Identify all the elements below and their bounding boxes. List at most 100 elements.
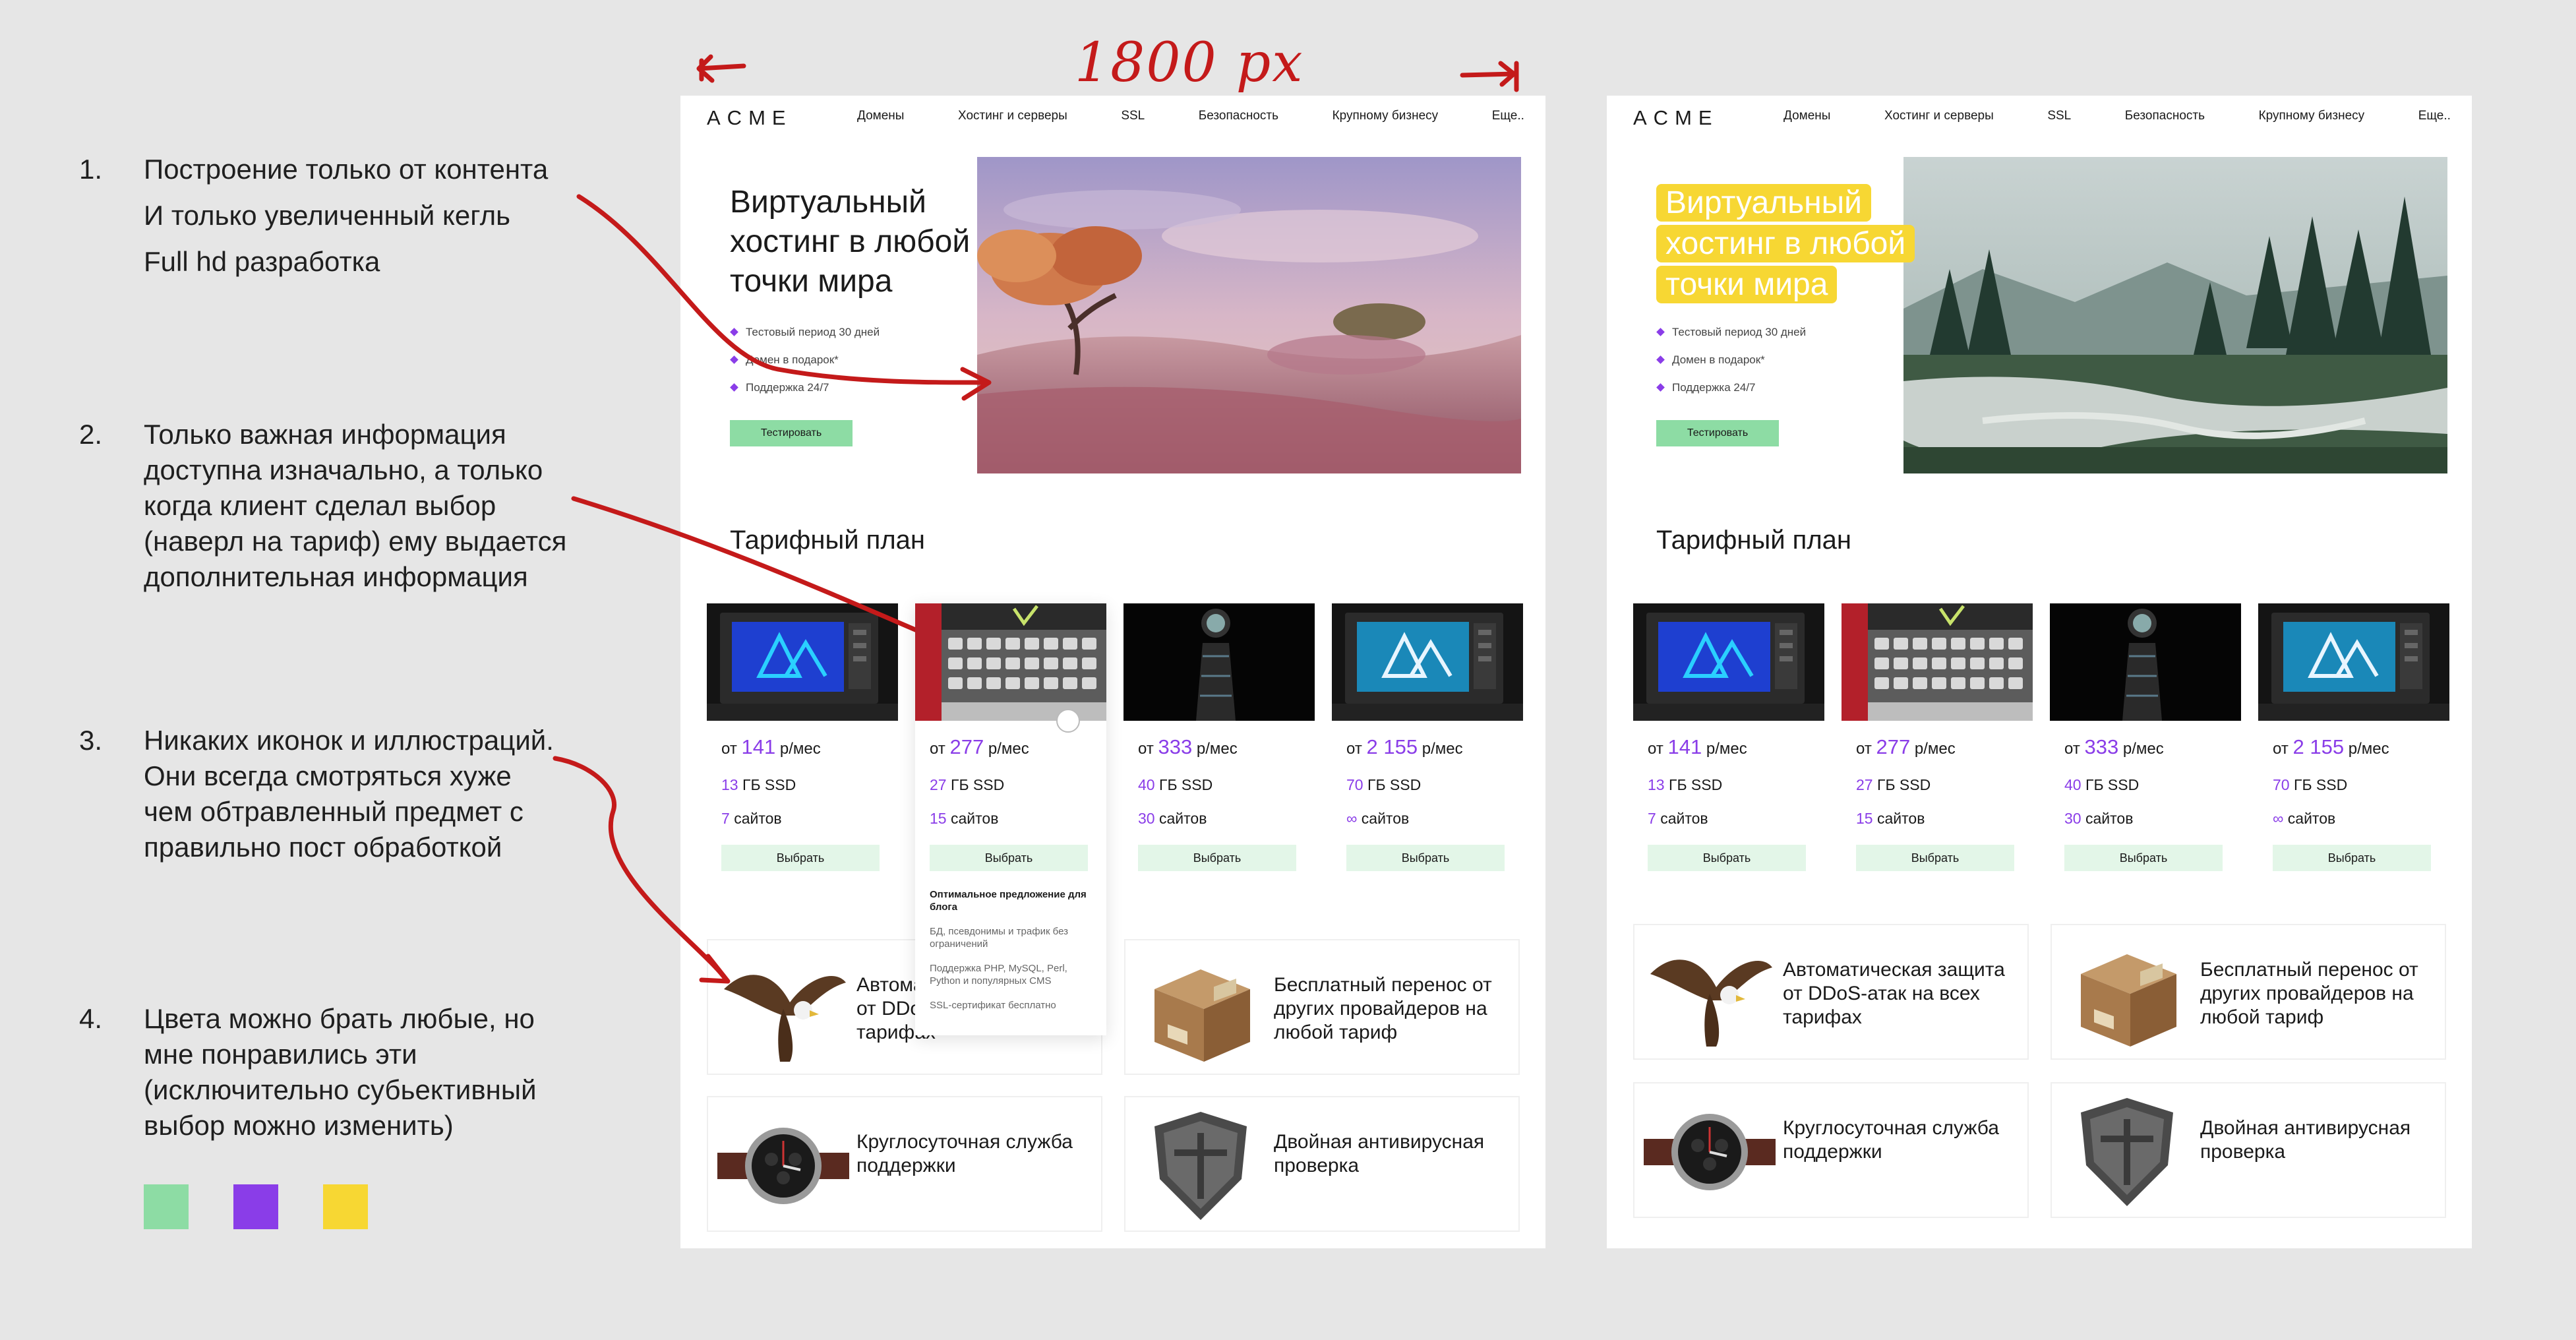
main-menu: Домены Хостинг и серверы SSL Безопасност… <box>1783 109 2451 123</box>
plan-image <box>2258 603 2449 721</box>
price-unit: р/мес <box>988 740 1029 758</box>
menu-item-ssl[interactable]: SSL <box>2047 109 2071 123</box>
plan-price: от 2 155 р/мес <box>1346 735 1463 759</box>
plan-sites: ∞ сайтов <box>2273 810 2335 828</box>
bullet-domain: Домен в подарок* <box>1656 346 1806 374</box>
swatch-yellow <box>323 1184 368 1229</box>
price-value: 333 <box>1158 735 1193 758</box>
menu-item-more[interactable]: Еще.. <box>2418 109 2451 123</box>
feature-antivirus: Двойная антивирусная проверка <box>1124 1096 1520 1232</box>
choose-plan-button[interactable]: Выбрать <box>1648 845 1806 871</box>
hero-image <box>1903 157 2447 473</box>
price-value: 2 155 <box>2292 735 2345 758</box>
plan-ssd: 40 ГБ SSD <box>1138 776 1213 794</box>
plan-image <box>1842 603 2033 721</box>
price-unit: р/мес <box>2122 740 2164 758</box>
feature-migration: Бесплатный перенос от других провайдеров… <box>1124 939 1520 1075</box>
menu-item-enterprise[interactable]: Крупному бизнесу <box>1333 109 1439 123</box>
site-logo[interactable]: ACME <box>707 106 793 130</box>
extra-heading: Оптимальное предложение для блога <box>930 889 1087 913</box>
plan-sites: 15 сайтов <box>1856 810 1925 828</box>
price-unit: р/мес <box>1422 740 1463 758</box>
note-line: Построение только от контента <box>144 154 549 185</box>
color-swatches <box>144 1184 368 1229</box>
hero-title: Виртуальный хостинг в любой точки мира <box>1656 183 1946 305</box>
price-prefix: от <box>721 740 737 758</box>
box-image <box>1135 950 1267 1067</box>
main-menu: Домены Хостинг и серверы SSL Безопасност… <box>857 109 1524 123</box>
ssd-value: 27 <box>930 776 947 793</box>
note-line: чем обтравленный предмет с <box>144 796 524 827</box>
feature-text: Двойная антивирусная проверка <box>1274 1131 1485 1176</box>
site-nav: ACME Домены Хостинг и серверы SSL Безопа… <box>1607 96 2472 139</box>
plan-card[interactable]: от 2 155 р/мес 70 ГБ SSD ∞ сайтов Выбрат… <box>1332 603 1523 880</box>
price-unit: р/мес <box>1706 740 1747 758</box>
sites-value: ∞ <box>2273 810 2284 827</box>
note-line: (исключительно субьективный <box>144 1074 537 1105</box>
feature-antivirus: Двойная антивирусная проверка <box>2051 1082 2446 1218</box>
plan-image <box>707 603 898 721</box>
test-button[interactable]: Тестировать <box>1656 420 1779 446</box>
menu-item-domains[interactable]: Домены <box>1783 109 1830 123</box>
bullet-domain: Домен в подарок* <box>730 346 880 374</box>
choose-plan-button[interactable]: Выбрать <box>930 845 1088 871</box>
sites-label: сайтов <box>1660 810 1708 827</box>
plan-card[interactable]: от 333 р/мес 40 ГБ SSD 30 сайтов Выбрать <box>1123 603 1315 880</box>
ssd-label: ГБ SSD <box>742 776 796 793</box>
hero-bullets: Тестовый период 30 дней Домен в подарок*… <box>730 319 880 402</box>
choose-plan-button[interactable]: Выбрать <box>2273 845 2431 871</box>
plan-sites: 7 сайтов <box>1648 810 1708 828</box>
price-prefix: от <box>1648 740 1663 758</box>
menu-item-hosting[interactable]: Хостинг и серверы <box>958 109 1067 123</box>
price-unit: р/мес <box>779 740 821 758</box>
choose-plan-button[interactable]: Выбрать <box>2064 845 2223 871</box>
plan-card[interactable]: от 2 155 р/мес 70 ГБ SSD ∞ сайтов Выбрат… <box>2258 603 2449 880</box>
plan-price: от 277 р/мес <box>1856 735 1956 759</box>
note-line: когда клиент сделал выбор <box>144 490 496 521</box>
site-logo[interactable]: ACME <box>1633 106 1719 130</box>
menu-item-domains[interactable]: Домены <box>857 109 904 123</box>
ssd-value: 13 <box>1648 776 1665 793</box>
ssd-label: ГБ SSD <box>1158 776 1213 793</box>
choose-plan-button[interactable]: Выбрать <box>1856 845 2014 871</box>
plan-sites: 7 сайтов <box>721 810 782 828</box>
price-prefix: от <box>1346 740 1362 758</box>
menu-item-enterprise[interactable]: Крупному бизнесу <box>2259 109 2365 123</box>
plan-sites: 30 сайтов <box>2064 810 2133 828</box>
sites-label: сайтов <box>1158 810 1207 827</box>
note-line: (наверл на тариф) ему выдается <box>144 526 567 557</box>
note-line: Full hd разработка <box>144 246 380 277</box>
eagle-image <box>717 950 849 1067</box>
choose-plan-button[interactable]: Выбрать <box>721 845 880 871</box>
menu-item-more[interactable]: Еще.. <box>1492 109 1524 123</box>
plan-card[interactable]: от 277 р/мес 27 ГБ SSD 15 сайтов Выбрать <box>1842 603 2033 880</box>
shield-image <box>2061 1093 2193 1210</box>
plan-ssd: 27 ГБ SSD <box>930 776 1004 794</box>
choose-plan-button[interactable]: Выбрать <box>1138 845 1296 871</box>
ssd-label: ГБ SSD <box>1367 776 1422 793</box>
ssd-value: 13 <box>721 776 738 793</box>
price-prefix: от <box>930 740 945 758</box>
plan-card[interactable]: от 141 р/мес 13 ГБ SSD 7 сайтов Выбрать <box>1633 603 1824 880</box>
menu-item-security[interactable]: Безопасность <box>2125 109 2205 123</box>
plan-card[interactable]: от 277 р/мес 27 ГБ SSD 15 сайтов Выбрать… <box>915 603 1106 1035</box>
choose-plan-button[interactable]: Выбрать <box>1346 845 1505 871</box>
test-button[interactable]: Тестировать <box>730 420 853 446</box>
sites-value: 7 <box>1648 810 1656 827</box>
sites-label: сайтов <box>2085 810 2134 827</box>
plan-card[interactable]: от 141 р/мес 13 ГБ SSD 7 сайтов Выбрать <box>707 603 898 880</box>
menu-item-ssl[interactable]: SSL <box>1121 109 1145 123</box>
plan-card[interactable]: от 333 р/мес 40 ГБ SSD 30 сайтов Выбрать <box>2050 603 2241 880</box>
menu-item-hosting[interactable]: Хостинг и серверы <box>1884 109 1994 123</box>
ssd-value: 70 <box>2273 776 2290 793</box>
bullet-trial: Тестовый период 30 дней <box>1656 319 1806 346</box>
box-image <box>2061 934 2193 1052</box>
feature-support: Круглосуточная служба поддержки <box>1633 1082 2029 1218</box>
plans-title: Тарифный план <box>730 526 926 555</box>
price-prefix: от <box>2064 740 2080 758</box>
note-number: 3. <box>79 725 103 756</box>
width-annotation: 1800 px <box>1075 32 1304 94</box>
bullet-trial: Тестовый период 30 дней <box>730 319 880 346</box>
menu-item-security[interactable]: Безопасность <box>1199 109 1278 123</box>
price-unit: р/мес <box>1196 740 1238 758</box>
